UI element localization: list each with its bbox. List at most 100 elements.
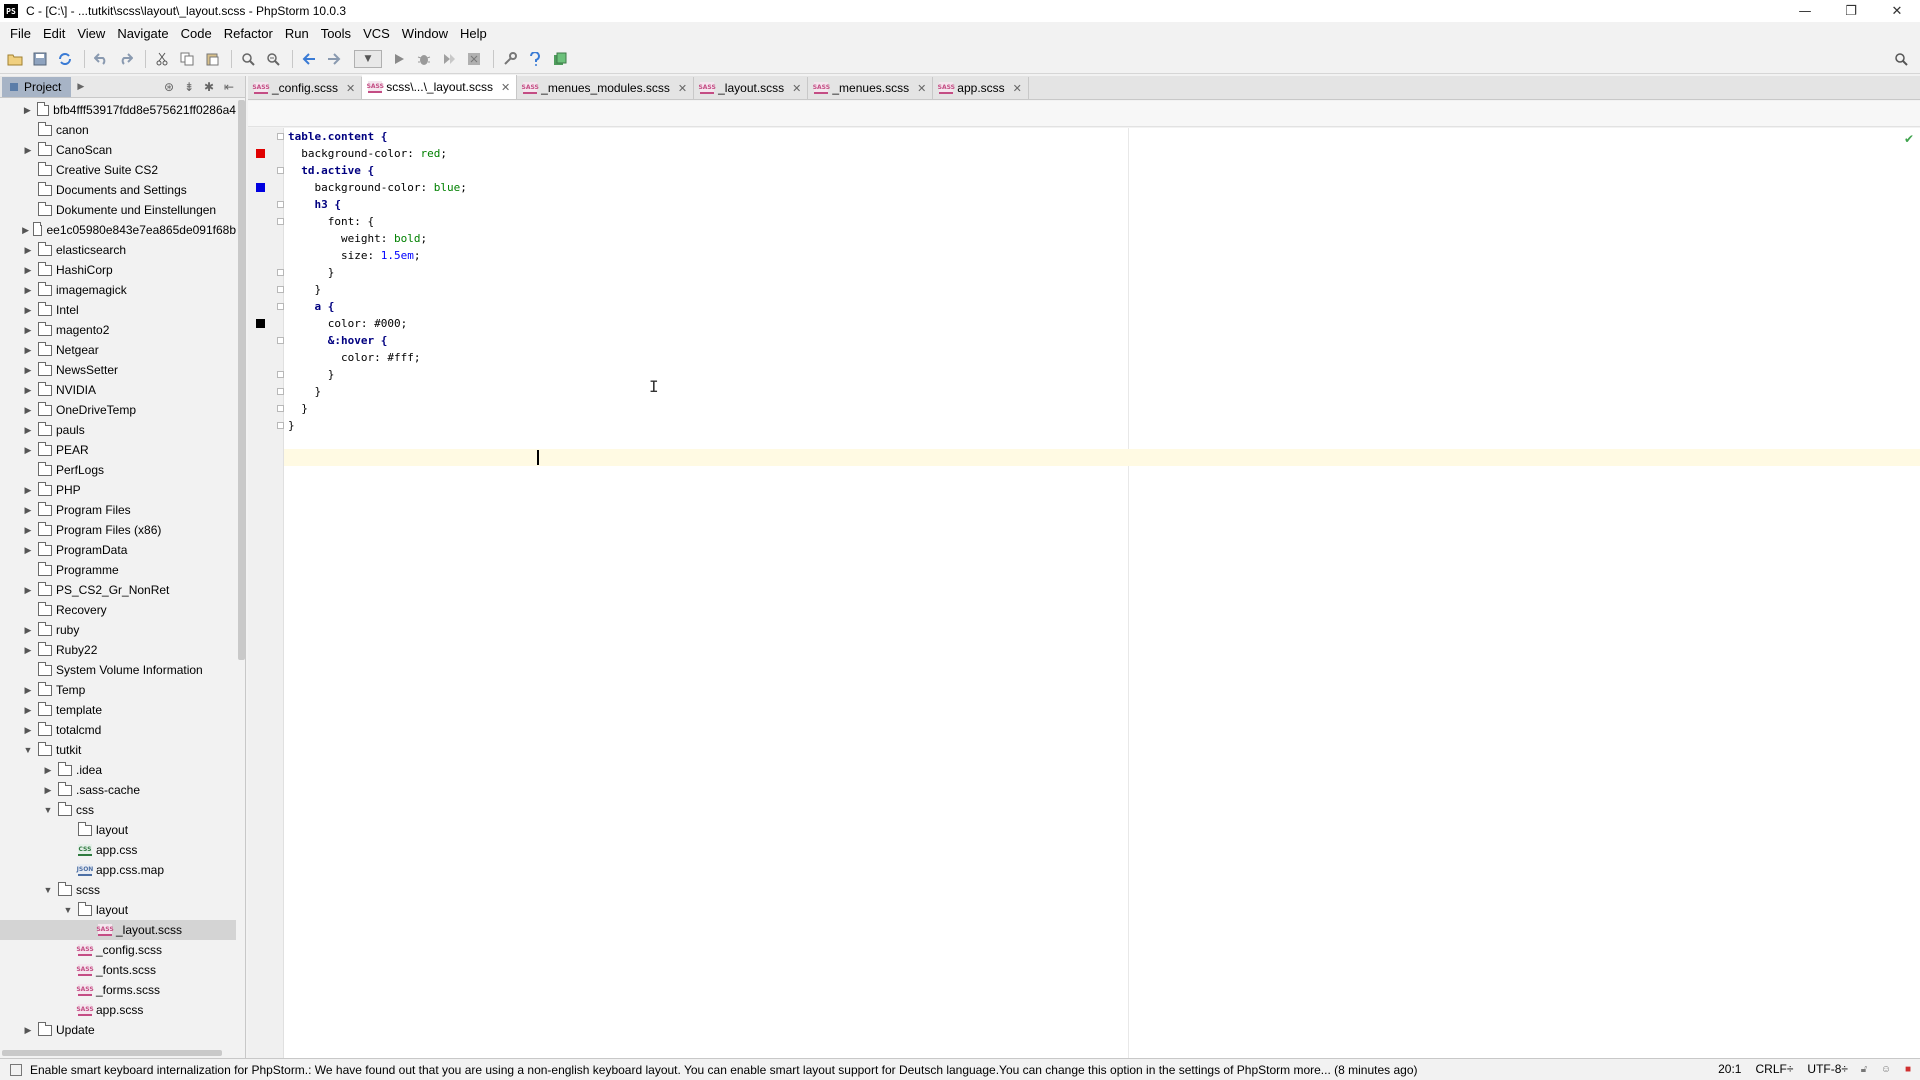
fold-marker-icon[interactable] (277, 405, 284, 412)
scroll-from-source-icon[interactable]: ⊛ (159, 79, 179, 95)
tree-item[interactable]: ▼ css (0, 800, 236, 820)
expand-arrow-icon[interactable]: ▶ (22, 385, 34, 396)
tool-windows-toggle-icon[interactable] (10, 1063, 22, 1076)
code-line[interactable]: color: #000; (288, 315, 1788, 332)
menu-file[interactable]: File (4, 26, 37, 41)
code-line[interactable]: &:hover { (288, 332, 1788, 349)
back-icon[interactable] (298, 48, 320, 70)
menu-help[interactable]: Help (454, 26, 493, 41)
tree-item[interactable]: ▶ ruby (0, 620, 236, 640)
fold-marker-icon[interactable] (277, 337, 284, 344)
code-line[interactable]: weight: bold; (288, 230, 1788, 247)
code-line[interactable]: td.active { (288, 162, 1788, 179)
status-message[interactable]: Enable smart keyboard internalization fo… (30, 1063, 1720, 1077)
tree-item[interactable]: SASS _forms.scss (0, 980, 236, 1000)
editor-tab[interactable]: SASS scss\...\_layout.scss ✕ (362, 75, 518, 99)
tree-item[interactable]: SASS _layout.scss (0, 920, 236, 940)
code-line[interactable]: } (288, 417, 1788, 434)
close-tab-icon[interactable]: ✕ (917, 82, 926, 95)
fold-marker-icon[interactable] (277, 201, 284, 208)
copy-icon[interactable] (176, 48, 198, 70)
collapse-arrow-icon[interactable]: ▼ (62, 905, 74, 915)
settings-icon[interactable] (499, 48, 521, 70)
expand-arrow-icon[interactable]: ▶ (22, 425, 34, 436)
code-line[interactable]: } (288, 281, 1788, 298)
tree-item[interactable]: ▶ PS_CS2_Gr_NonRet (0, 580, 236, 600)
tree-item[interactable]: ▶ NewsSetter (0, 360, 236, 380)
editor-tab[interactable]: SASS _layout.scss ✕ (694, 77, 809, 99)
tree-item[interactable]: ▶ PEAR (0, 440, 236, 460)
caret-position[interactable]: 20:1 (1718, 1062, 1741, 1076)
menu-edit[interactable]: Edit (37, 26, 71, 41)
expand-arrow-icon[interactable]: ▶ (22, 725, 34, 736)
code-line[interactable]: color: #fff; (288, 349, 1788, 366)
tree-item[interactable]: Documents and Settings (0, 180, 236, 200)
code-line[interactable]: a { (288, 298, 1788, 315)
editor-gutter[interactable] (248, 128, 284, 1058)
menu-navigate[interactable]: Navigate (111, 26, 174, 41)
tree-item[interactable]: JSON app.css.map (0, 860, 236, 880)
run-icon[interactable] (388, 48, 410, 70)
expand-arrow-icon[interactable]: ▶ (22, 285, 34, 296)
tree-item[interactable]: CSS app.css (0, 840, 236, 860)
code-line[interactable]: h3 { (288, 196, 1788, 213)
gear-icon[interactable]: ✱ (199, 79, 219, 95)
undo-icon[interactable] (90, 48, 112, 70)
expand-arrow-icon[interactable]: ▶ (22, 145, 34, 156)
fold-marker-icon[interactable] (277, 371, 284, 378)
expand-arrow-icon[interactable]: ▶ (42, 765, 54, 776)
hide-panel-icon[interactable]: ⇤ (219, 79, 239, 95)
fold-marker-icon[interactable] (277, 303, 284, 310)
menu-view[interactable]: View (71, 26, 111, 41)
tree-item[interactable]: SASS _fonts.scss (0, 960, 236, 980)
menu-run[interactable]: Run (279, 26, 315, 41)
tree-item[interactable]: ▶ ProgramData (0, 540, 236, 560)
code-line[interactable]: } (288, 400, 1788, 417)
expand-arrow-icon[interactable]: ▶ (22, 265, 34, 276)
expand-arrow-icon[interactable]: ▶ (22, 525, 34, 536)
expand-arrow-icon[interactable]: ▶ (22, 545, 34, 556)
tree-item[interactable]: ▶ imagemagick (0, 280, 236, 300)
menu-tools[interactable]: Tools (315, 26, 357, 41)
menu-refactor[interactable]: Refactor (218, 26, 279, 41)
run-configuration-dropdown[interactable]: ▼ (354, 49, 382, 68)
redo-icon[interactable] (115, 48, 137, 70)
menu-code[interactable]: Code (175, 26, 218, 41)
tree-item[interactable]: ▶ Netgear (0, 340, 236, 360)
close-tab-icon[interactable]: ✕ (346, 82, 355, 95)
menu-vcs[interactable]: VCS (357, 26, 396, 41)
inspector-icon[interactable]: ☺︎ (1880, 1063, 1892, 1075)
code-line[interactable]: table.content { (288, 128, 1788, 145)
expand-arrow-icon[interactable]: ▶ (22, 685, 34, 696)
expand-arrow-icon[interactable]: ▶ (22, 245, 34, 256)
lock-icon[interactable]: 🔓︎ (1858, 1063, 1870, 1075)
tree-item[interactable]: ▶ PHP (0, 480, 236, 500)
tree-item[interactable]: Dokumente und Einstellungen (0, 200, 236, 220)
tree-item[interactable]: System Volume Information (0, 660, 236, 680)
fold-marker-icon[interactable] (277, 286, 284, 293)
tree-item[interactable]: SASS _config.scss (0, 940, 236, 960)
fold-marker-icon[interactable] (277, 167, 284, 174)
tree-item[interactable]: ▶ magento2 (0, 320, 236, 340)
editor-tab[interactable]: SASS _menues.scss ✕ (808, 77, 934, 99)
open-folder-icon[interactable] (4, 48, 26, 70)
collapse-arrow-icon[interactable]: ▼ (22, 745, 34, 755)
tree-item[interactable]: ▶ Temp (0, 680, 236, 700)
tree-item[interactable]: Programme (0, 560, 236, 580)
editor-tab[interactable]: SASS _menues_modules.scss ✕ (517, 77, 695, 99)
expand-arrow-icon[interactable]: ▶ (22, 305, 34, 316)
restore-button[interactable]: ❐ (1828, 0, 1874, 22)
collapse-arrow-icon[interactable]: ▼ (42, 805, 54, 815)
code-line[interactable]: size: 1.5em; (288, 247, 1788, 264)
code-line[interactable]: } (288, 264, 1788, 281)
expand-arrow-icon[interactable]: ▶ (22, 345, 34, 356)
tree-horizontal-scrollbar[interactable] (2, 1050, 222, 1056)
tree-item[interactable]: ▶ OneDriveTemp (0, 400, 236, 420)
fold-marker-icon[interactable] (277, 422, 284, 429)
tree-item[interactable]: ▶ template (0, 700, 236, 720)
expand-arrow-icon[interactable]: ▶ (42, 785, 54, 796)
tree-vertical-scrollbar[interactable] (238, 100, 245, 660)
tree-item[interactable]: ▶ .sass-cache (0, 780, 236, 800)
paste-icon[interactable] (201, 48, 223, 70)
tree-item[interactable]: Creative Suite CS2 (0, 160, 236, 180)
